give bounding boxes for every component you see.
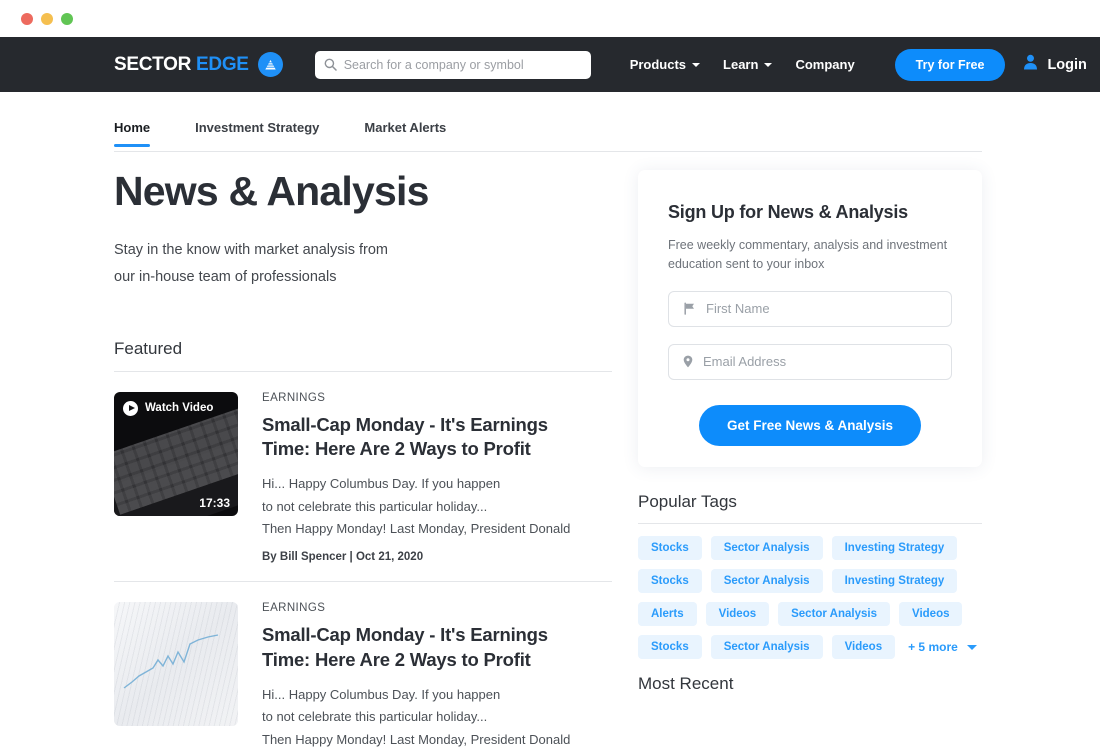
- traffic-lights: [21, 13, 73, 25]
- signup-card: Sign Up for News & Analysis Free weekly …: [638, 170, 982, 467]
- most-recent-heading: Most Recent: [638, 674, 734, 693]
- tab-home[interactable]: Home: [114, 120, 151, 147]
- nav-item-products[interactable]: Products: [629, 57, 701, 72]
- chevron-down-icon: [692, 62, 701, 67]
- login-link[interactable]: Login: [1023, 54, 1087, 75]
- page-title: News & Analysis: [114, 168, 429, 214]
- tag-pill[interactable]: Investing Strategy: [831, 536, 958, 560]
- article-list-item[interactable]: Watch Video 17:33 EARNINGS Small-Cap Mon…: [114, 372, 612, 564]
- tag-pill[interactable]: Alerts: [638, 602, 697, 626]
- top-navigation-bar: SECTOR EDGE Search for a company or symb…: [0, 37, 1100, 92]
- logo-text-primary: SECTOR: [114, 53, 192, 75]
- main-content-column: News & Analysis Stay in the know with ma…: [114, 168, 614, 751]
- popular-tags-heading: Popular Tags: [638, 492, 982, 524]
- tag-row: Stocks Sector Analysis Investing Strateg…: [638, 536, 982, 560]
- search-icon: [324, 58, 337, 71]
- article-excerpt: Hi... Happy Columbus Day. If you happen …: [262, 684, 612, 751]
- article-excerpt-line1: Hi... Happy Columbus Day. If you happen: [262, 476, 501, 492]
- search-input[interactable]: Search for a company or symbol: [314, 50, 591, 79]
- minimize-window-button[interactable]: [41, 13, 53, 25]
- article-title[interactable]: Small-Cap Monday - It's Earnings Time: H…: [262, 623, 612, 673]
- article-category[interactable]: EARNINGS: [262, 392, 612, 404]
- watch-video-label: Watch Video: [145, 402, 214, 415]
- mountain-icon: [257, 52, 283, 77]
- article-excerpt-line3: Then Happy Monday! Last Monday, Presiden…: [262, 731, 571, 747]
- tag-row: Stocks Sector Analysis Videos + 5 more: [638, 635, 982, 659]
- tag-row: Stocks Sector Analysis Investing Strateg…: [638, 569, 982, 593]
- article-list-item[interactable]: EARNINGS Small-Cap Monday - It's Earning…: [114, 581, 612, 751]
- nav-item-company[interactable]: Company: [795, 57, 854, 72]
- close-window-button[interactable]: [21, 13, 33, 25]
- show-more-tags-label: + 5 more: [908, 640, 958, 654]
- article-title-line2: Time: Here Are 2 Ways to Profit: [262, 438, 531, 460]
- tag-pill[interactable]: Investing Strategy: [831, 569, 958, 593]
- watch-video-badge: Watch Video: [123, 400, 214, 416]
- content-tabs: Home Investment Strategy Market Alerts: [114, 120, 982, 152]
- tab-market-alerts[interactable]: Market Alerts: [364, 120, 446, 146]
- logo-text-secondary: EDGE: [196, 53, 249, 75]
- article-body: EARNINGS Small-Cap Monday - It's Earning…: [262, 602, 612, 751]
- first-name-field[interactable]: First Name: [668, 290, 952, 327]
- chevron-down-icon: [966, 644, 977, 650]
- tag-pill[interactable]: Videos: [898, 602, 963, 626]
- article-category[interactable]: EARNINGS: [262, 602, 612, 614]
- tag-pill[interactable]: Videos: [705, 602, 770, 626]
- email-placeholder: Email Address: [703, 354, 787, 369]
- try-for-free-button[interactable]: Try for Free: [894, 48, 1006, 81]
- nav-item-learn[interactable]: Learn: [723, 57, 773, 72]
- article-body: EARNINGS Small-Cap Monday - It's Earning…: [262, 392, 612, 564]
- show-more-tags-button[interactable]: + 5 more: [908, 640, 977, 654]
- article-video-thumbnail[interactable]: Watch Video 17:33: [114, 391, 238, 516]
- tag-row: Alerts Videos Sector Analysis Videos: [638, 602, 982, 626]
- signup-subtitle: Free weekly commentary, analysis and inv…: [668, 238, 948, 271]
- article-excerpt-line2: to not celebrate this particular holiday…: [262, 709, 488, 725]
- site-logo[interactable]: SECTOR EDGE: [114, 52, 283, 77]
- article-byline: By Bill Spencer | Oct 21, 2020: [262, 551, 424, 564]
- maximize-window-button[interactable]: [61, 13, 73, 25]
- nav-item-products-label: Products: [629, 57, 687, 72]
- search-placeholder: Search for a company or symbol: [343, 57, 524, 72]
- window-chrome: [0, 0, 1100, 37]
- article-title-line1: Small-Cap Monday - It's Earnings: [262, 413, 548, 435]
- tag-pill[interactable]: Stocks: [638, 569, 702, 593]
- tag-pill[interactable]: Sector Analysis: [778, 602, 890, 626]
- featured-section-heading: Featured: [114, 339, 612, 372]
- primary-nav: Products Learn Company: [607, 57, 855, 72]
- get-free-news-button[interactable]: Get Free News & Analysis: [698, 404, 922, 446]
- video-duration: 17:33: [199, 495, 230, 510]
- nav-item-company-label: Company: [795, 57, 855, 72]
- email-field[interactable]: Email Address: [668, 343, 952, 380]
- first-name-placeholder: First Name: [706, 301, 770, 316]
- page-subtitle: Stay in the know with market analysis fr…: [114, 237, 614, 291]
- flag-icon: [683, 302, 696, 315]
- page-subtitle-line1: Stay in the know with market analysis fr…: [114, 242, 388, 259]
- popular-tags-section: Popular Tags Stocks Sector Analysis Inve…: [638, 492, 982, 668]
- tab-investment-strategy[interactable]: Investment Strategy: [195, 120, 319, 146]
- tag-rows: Stocks Sector Analysis Investing Strateg…: [638, 536, 982, 659]
- tag-pill[interactable]: Sector Analysis: [710, 536, 823, 560]
- article-excerpt: Hi... Happy Columbus Day. If you happen …: [262, 473, 612, 540]
- page-subtitle-line2: our in-house team of professionals: [114, 268, 337, 285]
- location-pin-icon: [683, 355, 693, 368]
- article-title-line1: Small-Cap Monday - It's Earnings: [262, 624, 548, 646]
- nav-item-learn-label: Learn: [723, 57, 759, 72]
- article-excerpt-line2: to not celebrate this particular holiday…: [262, 498, 488, 514]
- article-excerpt-line1: Hi... Happy Columbus Day. If you happen: [262, 686, 501, 702]
- user-icon: [1023, 54, 1038, 75]
- tag-pill[interactable]: Videos: [831, 635, 896, 659]
- signup-title: Sign Up for News & Analysis: [668, 202, 908, 222]
- article-excerpt-line3: Then Happy Monday! Last Monday, Presiden…: [262, 520, 571, 536]
- play-icon: [123, 400, 138, 416]
- tag-pill[interactable]: Stocks: [638, 635, 702, 659]
- login-label: Login: [1047, 56, 1087, 73]
- page-body: Home Investment Strategy Market Alerts N…: [0, 92, 1100, 747]
- chevron-down-icon: [764, 62, 773, 67]
- tag-pill[interactable]: Sector Analysis: [710, 635, 823, 659]
- tag-pill[interactable]: Stocks: [638, 536, 702, 560]
- tag-pill[interactable]: Sector Analysis: [710, 569, 823, 593]
- article-image-thumbnail[interactable]: [114, 602, 238, 727]
- article-title-line2: Time: Here Are 2 Ways to Profit: [262, 649, 531, 671]
- article-title[interactable]: Small-Cap Monday - It's Earnings Time: H…: [262, 413, 612, 463]
- chart-graphic-icon: [123, 634, 219, 689]
